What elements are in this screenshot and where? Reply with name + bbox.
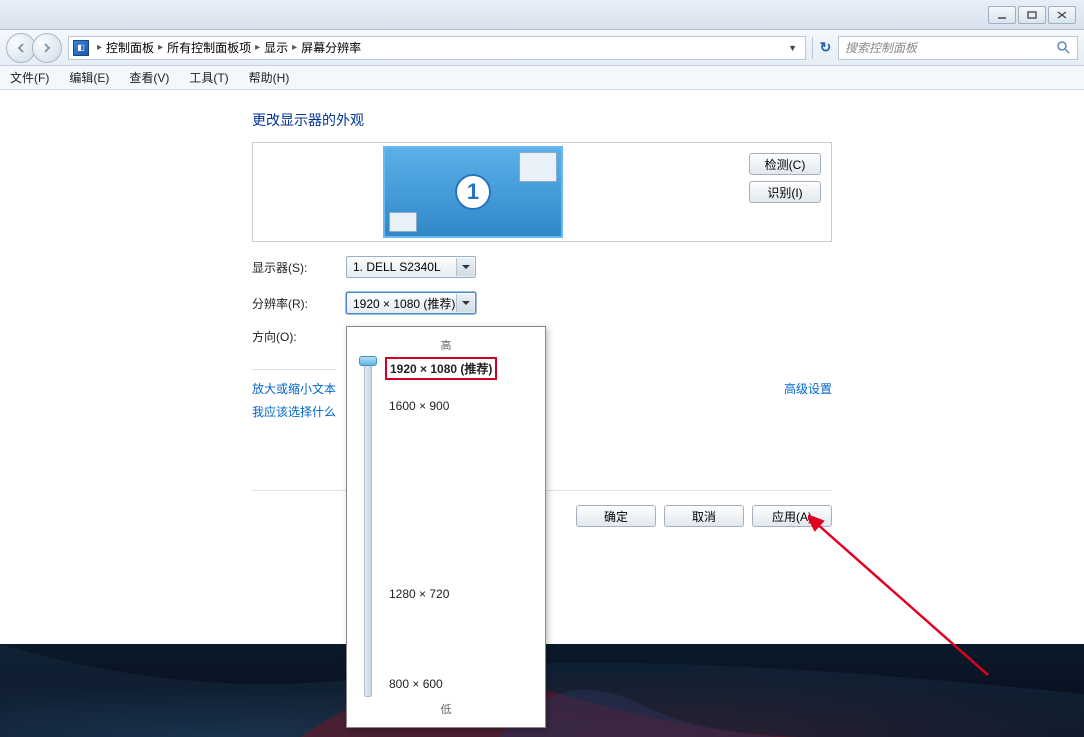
search-input[interactable]: 搜索控制面板 <box>838 36 1078 60</box>
slider-thumb[interactable] <box>359 356 377 366</box>
chevron-right-icon: ▸ <box>97 42 102 53</box>
breadcrumb-item[interactable]: 显示 <box>264 39 288 56</box>
apply-button[interactable]: 应用(A) <box>752 505 832 527</box>
minimize-button[interactable] <box>988 6 1016 24</box>
resolution-option[interactable]: 1920 × 1080 (推荐) <box>385 357 497 380</box>
forward-button[interactable] <box>32 33 62 63</box>
dropdown-arrow-icon[interactable]: ▼ <box>788 43 797 53</box>
breadcrumb-item[interactable]: 控制面板 <box>106 39 154 56</box>
chevron-right-icon: ▸ <box>292 42 297 53</box>
title-bar <box>0 0 1084 30</box>
monitor-preview-box: 1 检测(C) 识别(I) <box>252 142 832 242</box>
orientation-label: 方向(O): <box>252 328 346 345</box>
menu-file[interactable]: 文件(F) <box>6 67 53 88</box>
detect-button[interactable]: 检测(C) <box>749 153 821 175</box>
preview-window-icon <box>519 152 557 182</box>
slider-track[interactable] <box>364 357 372 697</box>
search-placeholder: 搜索控制面板 <box>845 39 917 56</box>
resolution-label: 分辨率(R): <box>252 295 346 312</box>
navigation-bar: ◧ ▸ 控制面板 ▸ 所有控制面板项 ▸ 显示 ▸ 屏幕分辨率 ▼ ↻ 搜索控制… <box>0 30 1084 66</box>
resolution-dropdown[interactable]: 1920 × 1080 (推荐) <box>346 292 476 314</box>
monitor-number: 1 <box>455 174 491 210</box>
chevron-right-icon: ▸ <box>255 42 260 53</box>
resolution-option[interactable]: 1280 × 720 <box>389 587 449 601</box>
menu-bar: 文件(F) 编辑(E) 查看(V) 工具(T) 帮助(H) <box>0 66 1084 90</box>
maximize-button[interactable] <box>1018 6 1046 24</box>
breadcrumb-item[interactable]: 屏幕分辨率 <box>301 39 361 56</box>
dropdown-arrow-icon <box>456 294 474 312</box>
menu-view[interactable]: 查看(V) <box>125 67 173 88</box>
resolution-value: 1920 × 1080 (推荐) <box>353 295 455 312</box>
display-value: 1. DELL S2340L <box>353 260 441 274</box>
display-dropdown[interactable]: 1. DELL S2340L <box>346 256 476 278</box>
breadcrumb[interactable]: ◧ ▸ 控制面板 ▸ 所有控制面板项 ▸ 显示 ▸ 屏幕分辨率 ▼ <box>68 36 806 60</box>
menu-help[interactable]: 帮助(H) <box>245 67 294 88</box>
advanced-settings-link[interactable]: 高级设置 <box>784 382 832 396</box>
help-choose-link[interactable]: 我应该选择什么 <box>252 403 336 420</box>
breadcrumb-item[interactable]: 所有控制面板项 <box>167 39 251 56</box>
search-icon <box>1057 41 1071 55</box>
chevron-right-icon: ▸ <box>158 42 163 53</box>
display-label: 显示器(S): <box>252 259 346 276</box>
resolution-slider[interactable] <box>355 357 381 697</box>
control-panel-icon: ◧ <box>73 40 89 56</box>
close-button[interactable] <box>1048 6 1076 24</box>
slider-high-label: 高 <box>355 337 537 353</box>
resolution-slider-panel: 高 1920 × 1080 (推荐) 1600 × 900 1280 × 720 80… <box>346 326 546 728</box>
menu-edit[interactable]: 编辑(E) <box>65 67 113 88</box>
slider-low-label: 低 <box>355 701 537 717</box>
preview-window-icon <box>389 212 417 232</box>
resolution-option[interactable]: 800 × 600 <box>389 677 443 691</box>
refresh-button[interactable]: ↻ <box>812 37 838 59</box>
cancel-button[interactable]: 取消 <box>664 505 744 527</box>
dropdown-arrow-icon <box>456 258 474 276</box>
zoom-text-link[interactable]: 放大或缩小文本 <box>252 380 336 397</box>
monitor-preview[interactable]: 1 <box>383 146 563 238</box>
page-title: 更改显示器的外观 <box>252 110 1084 130</box>
ok-button[interactable]: 确定 <box>576 505 656 527</box>
menu-tools[interactable]: 工具(T) <box>185 67 232 88</box>
resolution-option[interactable]: 1600 × 900 <box>389 399 449 413</box>
content-area: 更改显示器的外观 1 检测(C) 识别(I) 显示器(S): 1. DELL S… <box>0 90 1084 644</box>
identify-button[interactable]: 识别(I) <box>749 181 821 203</box>
